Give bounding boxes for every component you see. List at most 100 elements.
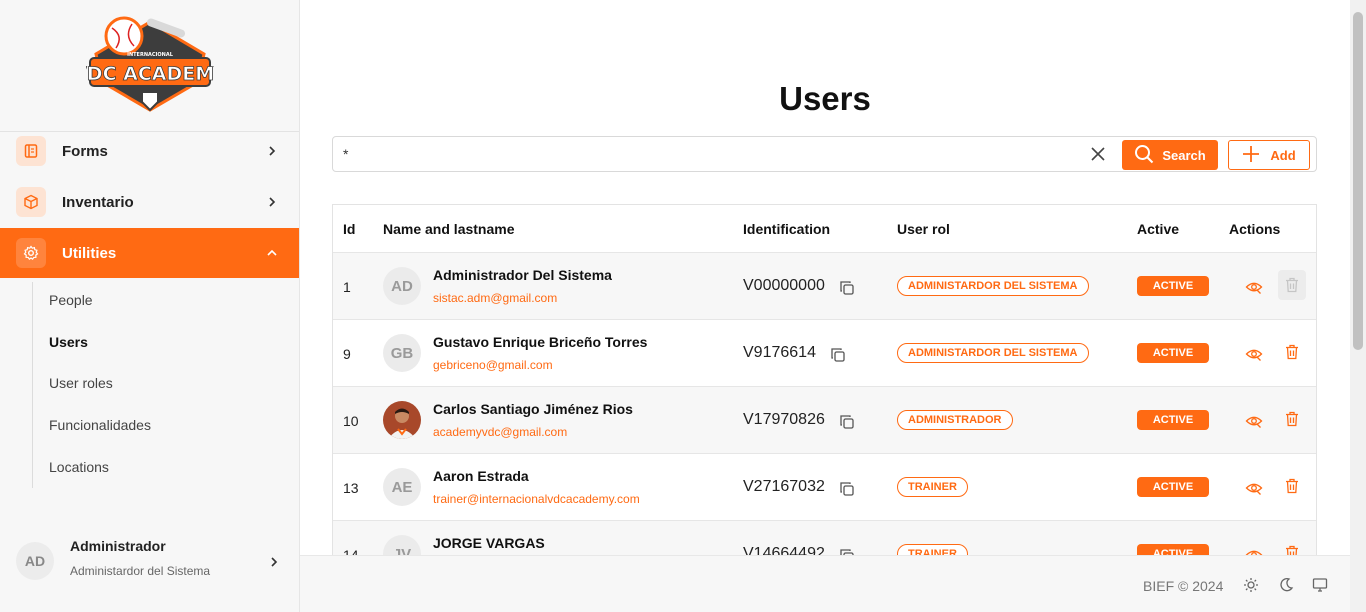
- table-row[interactable]: 10 Carlos Santiago Jiménez Rios academyvdc…: [333, 386, 1316, 453]
- monitor-icon[interactable]: [1312, 577, 1328, 593]
- avatar-photo: [383, 401, 421, 439]
- sidebar-item-label: Forms: [62, 142, 108, 160]
- trash-icon[interactable]: [1278, 337, 1306, 367]
- vdc-academy-logo: VDC ACADEMY INTERNACIONAL: [86, 16, 214, 112]
- gear-icon: [16, 238, 46, 268]
- column-header-active: Active: [1137, 221, 1180, 237]
- view-icon[interactable]: [1245, 412, 1263, 430]
- user-full-name: Gustavo Enrique Briceño Torres: [433, 334, 648, 350]
- user-email: gebriceno@gmail.com: [433, 358, 553, 372]
- table-row[interactable]: 9 GB Gustavo Enrique Briceño Torres gebrice…: [333, 319, 1316, 386]
- app-root: VDC ACADEMY INTERNACIONAL Forms Inventar…: [0, 0, 1366, 612]
- user-full-name: JORGE VARGAS: [433, 535, 545, 551]
- table-row[interactable]: 14 JV JORGE VARGAS V14664492 TRAINER ACTIVE: [333, 520, 1316, 555]
- sun-icon[interactable]: [1243, 577, 1259, 593]
- close-icon[interactable]: [1090, 146, 1106, 162]
- sidebar-item-utilities[interactable]: Utilities: [0, 228, 299, 278]
- column-header-actions: Actions: [1229, 221, 1281, 237]
- role-badge: ADMINISTARDOR DEL SISTEMA: [897, 276, 1089, 296]
- cell-id: 13: [343, 480, 359, 496]
- avatar: AD: [16, 542, 54, 580]
- user-role: Administardor del Sistema: [70, 564, 211, 578]
- svg-text:INTERNACIONAL: INTERNACIONAL: [127, 52, 174, 58]
- table-header: Id Name and lastname Identification User…: [333, 205, 1316, 252]
- column-header-identification: Identification: [743, 221, 831, 237]
- table-row[interactable]: 13 AE Aaron Estrada trainer@internacionalvd…: [333, 453, 1316, 520]
- avatar: AE: [383, 468, 421, 506]
- add-button-label: Add: [1270, 147, 1296, 163]
- copyright-text: BIEF © 2024: [1143, 578, 1224, 594]
- footer: BIEF © 2024: [300, 555, 1350, 612]
- trash-icon: [1278, 270, 1306, 300]
- trash-icon[interactable]: [1278, 404, 1306, 434]
- user-full-name: Administrador Del Sistema: [433, 267, 612, 283]
- status-badge: ACTIVE: [1137, 276, 1209, 296]
- plus-icon: [1242, 145, 1260, 166]
- view-icon[interactable]: [1245, 278, 1263, 296]
- status-badge: ACTIVE: [1137, 477, 1209, 497]
- cell-id: 14: [343, 547, 359, 555]
- page-title: Users: [779, 80, 871, 117]
- status-badge: ACTIVE: [1137, 343, 1209, 363]
- sidebar-subitem-users[interactable]: Users: [49, 334, 88, 350]
- user-email: sistac.adm@gmail.com: [433, 291, 558, 305]
- chevron-up-icon: [265, 246, 279, 260]
- identification-value: V27167032: [743, 478, 825, 495]
- scrollbar-thumb[interactable]: [1353, 12, 1363, 350]
- avatar: JV: [383, 535, 421, 555]
- copy-icon[interactable]: [839, 280, 855, 296]
- sidebar-subitem-people[interactable]: People: [49, 292, 93, 308]
- search-bar: Search Add: [332, 136, 1317, 172]
- table-row[interactable]: 1 AD Administrador Del Sistema sistac.adm@g…: [333, 252, 1316, 319]
- copy-icon[interactable]: [839, 548, 855, 555]
- chevron-right-icon: [265, 144, 279, 158]
- identification-value: V14664492: [743, 545, 825, 555]
- role-badge: ADMINISTRADOR: [897, 410, 1013, 430]
- logo-area: VDC ACADEMY INTERNACIONAL: [0, 0, 299, 132]
- scrollbar[interactable]: [1350, 0, 1366, 612]
- identification-value: V17970826: [743, 411, 825, 428]
- sidebar-subitem-funcionalidades[interactable]: Funcionalidades: [49, 417, 151, 433]
- identification-value: V00000000: [743, 277, 825, 294]
- moon-icon[interactable]: [1278, 577, 1294, 593]
- column-header-role: User rol: [897, 221, 950, 237]
- view-icon[interactable]: [1245, 345, 1263, 363]
- cell-id: 1: [343, 279, 351, 295]
- status-badge: ACTIVE: [1137, 544, 1209, 555]
- user-email: academyvdc@gmail.com: [433, 425, 568, 439]
- submenu-guide-line: [32, 282, 33, 488]
- role-badge: ADMINISTARDOR DEL SISTEMA: [897, 343, 1089, 363]
- box-icon: [16, 187, 46, 217]
- search-button[interactable]: Search: [1122, 140, 1218, 170]
- sidebar-subitem-locations[interactable]: Locations: [49, 459, 109, 475]
- view-icon[interactable]: [1245, 546, 1263, 555]
- search-icon: [1134, 144, 1154, 167]
- user-full-name: Aaron Estrada: [433, 468, 529, 484]
- chevron-right-icon: [265, 195, 279, 209]
- avatar: GB: [383, 334, 421, 372]
- sidebar-subitem-user-roles[interactable]: User roles: [49, 375, 113, 391]
- view-icon[interactable]: [1245, 479, 1263, 497]
- sidebar-item-inventario[interactable]: Inventario: [0, 177, 299, 227]
- sidebar-item-label: Utilities: [62, 244, 117, 262]
- trash-icon[interactable]: [1278, 471, 1306, 501]
- users-table: Id Name and lastname Identification User…: [332, 204, 1317, 555]
- trash-icon[interactable]: [1278, 538, 1306, 555]
- user-email: trainer@internacionalvdcacademy.com: [433, 492, 640, 506]
- search-input[interactable]: [343, 143, 1063, 165]
- status-badge: ACTIVE: [1137, 410, 1209, 430]
- copy-icon[interactable]: [839, 481, 855, 497]
- user-name: Administrador: [70, 538, 166, 554]
- copy-icon[interactable]: [839, 414, 855, 430]
- column-header-name: Name and lastname: [383, 221, 515, 237]
- current-user-menu[interactable]: AD Administrador Administardor del Siste…: [0, 528, 299, 594]
- copy-icon[interactable]: [830, 347, 846, 363]
- cell-id: 9: [343, 346, 351, 362]
- avatar: AD: [383, 267, 421, 305]
- cell-id: 10: [343, 413, 359, 429]
- book-icon: [16, 136, 46, 166]
- user-full-name: Carlos Santiago Jiménez Rios: [433, 401, 633, 417]
- column-header-id: Id: [343, 221, 356, 237]
- sidebar-item-forms[interactable]: Forms: [0, 126, 299, 176]
- add-user-button[interactable]: Add: [1228, 140, 1310, 170]
